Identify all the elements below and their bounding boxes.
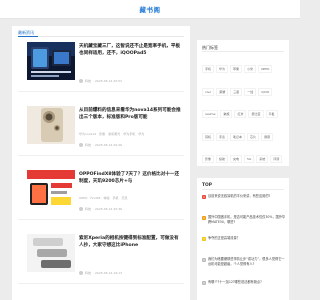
top-item-text[interactable]: 国外中国做手机，是否可能产品技术仅仅30%，国外华跨MATE50，哪些? bbox=[208, 215, 286, 225]
article-tag[interactable]: 手机 bbox=[112, 196, 118, 200]
hot-tag[interactable]: 三星 bbox=[230, 87, 243, 96]
article-author[interactable]: 科技 bbox=[85, 79, 91, 83]
hot-tags-divider bbox=[202, 51, 284, 52]
article-title[interactable]: OPPOFindX8体验了7天了？这价格比对十一还制度，天玑9200芯片+与 bbox=[79, 171, 183, 185]
hot-tag[interactable]: vivo bbox=[202, 87, 215, 96]
top-panel: TOP 1 目前来说无线耳机的平价来讲，有些应用的? 2 国外中国做手机，是否可… bbox=[197, 178, 289, 300]
article-author[interactable]: 科技 bbox=[85, 143, 91, 147]
top-title: TOP bbox=[202, 183, 212, 188]
article-date: 2025-05-14 20:52 bbox=[95, 79, 123, 83]
article-title[interactable]: 索尼Xperia的相机按键得到标准配置，可做没有人抄，大家守想这比iPhone bbox=[79, 235, 183, 249]
hot-tag[interactable]: 手表 bbox=[216, 132, 229, 141]
top-item-text[interactable]: 争夺的正是高端流量？ bbox=[208, 236, 286, 241]
hot-tag[interactable]: 耳机 bbox=[202, 132, 215, 141]
site-logo[interactable]: 藏书阁 bbox=[0, 4, 300, 14]
author-avatar bbox=[79, 271, 83, 275]
hot-tag[interactable]: 笔记本 bbox=[230, 132, 246, 141]
hot-tag[interactable]: 影像 bbox=[202, 155, 215, 163]
article-meta: 科技 2025-05-14 20:26 bbox=[79, 143, 126, 147]
article-thumbnail[interactable] bbox=[27, 170, 75, 208]
hot-tag[interactable]: OPPO bbox=[258, 65, 273, 73]
article-tag[interactable]: 新机曝光 bbox=[108, 132, 120, 136]
hot-tag[interactable]: 屏幕 bbox=[261, 132, 274, 141]
hot-tag[interactable]: iQOO bbox=[258, 87, 273, 96]
article-tag[interactable]: 天玑 bbox=[122, 196, 128, 200]
hot-tag[interactable]: 苹果 bbox=[230, 65, 243, 73]
article-tag[interactable]: 华为nova14 bbox=[79, 132, 96, 136]
article-tag[interactable]: 体验 bbox=[103, 196, 109, 200]
article-tags: OPPO FindX8 体验 手机 天玑 bbox=[79, 196, 183, 200]
article-thumbnail-image bbox=[27, 42, 75, 80]
top-list-item[interactable]: 1 目前来说无线耳机的平价来讲，有些应用的? bbox=[202, 194, 286, 212]
hot-tag[interactable]: 努比亚 bbox=[248, 110, 264, 118]
hot-tag[interactable]: 充电 bbox=[230, 155, 243, 163]
top-list-item[interactable]: 2 国外中国做手机，是否可能产品技术仅仅30%，国外华跨MATE50，哪些? bbox=[202, 215, 286, 233]
article-thumbnail-image bbox=[27, 106, 75, 144]
section-divider bbox=[18, 36, 184, 37]
hot-tags-panel: 热门标签 手机 华为 苹果 小米 OPPOvivo 荣耀 三星 一加 iQOOrealme 魅族红… bbox=[197, 40, 289, 231]
article-item[interactable]: 天机藏宝藏三厂，这智说还不止是宽率手机，平板也同样适用，还不，iQOOPad5 … bbox=[18, 42, 184, 92]
article-item[interactable]: 从目前爆料的信息来看华为nova14系列可能会推出三个版本，标准版和Pro版可能… bbox=[18, 106, 184, 156]
top-item-text[interactable]: 我们为啥要爆那些事情让步“成功力”，很多人觉得它一台机可能是超级，个人觉得有人? bbox=[208, 257, 286, 267]
hot-tag[interactable]: 魅族 bbox=[220, 110, 233, 118]
author-avatar bbox=[79, 207, 83, 211]
hot-tag[interactable]: 小米 bbox=[244, 65, 257, 73]
article-thumbnail[interactable] bbox=[27, 106, 75, 144]
article-date: 2025-05-14 20:36 bbox=[95, 207, 123, 211]
article-meta: 科技 2025-05-14 20:36 bbox=[79, 207, 126, 211]
hot-tag[interactable]: 荣耀 bbox=[216, 87, 229, 96]
rank-badge: 3 bbox=[202, 237, 206, 241]
top-list-item[interactable]: 4 我们为啥要爆那些事情让步“成功力”，很多人觉得它一台机可能是超级，个人觉得有… bbox=[202, 257, 286, 275]
article-thumbnail[interactable] bbox=[27, 234, 75, 272]
article-author[interactable]: 科技 bbox=[85, 271, 91, 275]
article-meta: 科技 2025-05-14 19:13 bbox=[79, 271, 126, 275]
rank-badge: 2 bbox=[202, 216, 206, 220]
hot-tag[interactable]: 芯片 bbox=[247, 132, 260, 141]
article-thumbnail-image bbox=[27, 234, 75, 272]
article-tags: 华为nova14 影像 新机曝光 华为手机 华为 bbox=[79, 132, 183, 136]
author-avatar bbox=[79, 143, 83, 147]
hot-tag[interactable]: 系统 bbox=[256, 155, 269, 163]
top-item-text[interactable]: 目前来说无线耳机的平价来讲，有些应用的? bbox=[208, 194, 286, 199]
article-author[interactable]: 科技 bbox=[85, 207, 91, 211]
article-date: 2025-05-14 19:13 bbox=[95, 271, 123, 275]
article-meta: 科技 2025-05-14 20:52 bbox=[79, 79, 126, 83]
article-item[interactable]: 索尼Xperia的相机按键得到标准配置，可做没有人抄，大家守想这比iPhone … bbox=[18, 234, 184, 284]
hot-tag[interactable]: 5G bbox=[244, 155, 255, 163]
hot-tag[interactable]: realme bbox=[202, 110, 219, 118]
article-title[interactable]: 天机藏宝藏三厂，这智说还不止是宽率手机，平板也同样适用，还不，iQOOPad5 bbox=[79, 43, 183, 57]
article-tag[interactable]: 影像 bbox=[99, 132, 105, 136]
hot-tag[interactable]: 华为 bbox=[216, 65, 229, 73]
hot-tag[interactable]: 手机 bbox=[202, 65, 215, 73]
author-avatar bbox=[79, 79, 83, 83]
hot-tag[interactable]: 评测 bbox=[270, 155, 283, 163]
rank-badge: 1 bbox=[202, 195, 206, 199]
article-tag[interactable]: 华为手机 bbox=[123, 132, 135, 136]
section-divider-accent bbox=[18, 36, 38, 37]
top-item-text[interactable]: 有哪个?十一加12?哪些说法都有缺点? bbox=[208, 280, 286, 285]
top-list-item[interactable]: 5 有哪个?十一加12?哪些说法都有缺点? bbox=[202, 280, 286, 298]
latest-news-panel: 最新资讯 天机藏宝藏三厂，这智说还不止是宽率手机，平板也同样适用，还不，iQOO… bbox=[12, 26, 190, 300]
rank-badge: 4 bbox=[202, 258, 206, 262]
article-title[interactable]: 从目前爆料的信息来看华为nova14系列可能会推出三个版本，标准版和Pro版可能 bbox=[79, 107, 183, 121]
article-thumbnail[interactable] bbox=[27, 42, 75, 80]
article-tag[interactable]: OPPO bbox=[79, 196, 87, 200]
article-item[interactable]: OPPOFindX8体验了7天了？这价格比对十一还制度，天玑9200芯片+与 O… bbox=[18, 170, 184, 220]
hot-tag[interactable]: 续航 bbox=[216, 155, 229, 163]
hot-tag[interactable]: 一加 bbox=[244, 87, 257, 96]
article-tag[interactable]: 华为 bbox=[138, 132, 144, 136]
top-divider bbox=[202, 189, 284, 190]
article-thumbnail-image bbox=[27, 170, 75, 208]
article-date: 2025-05-14 20:26 bbox=[95, 143, 123, 147]
hot-tag[interactable]: 平板 bbox=[265, 110, 278, 118]
article-tag[interactable]: FindX8 bbox=[90, 196, 100, 200]
hot-tag[interactable]: 红米 bbox=[234, 110, 247, 118]
site-header: 藏书阁 bbox=[0, 0, 300, 19]
rank-badge: 5 bbox=[202, 281, 206, 285]
top-list-item[interactable]: 3 争夺的正是高端流量？ bbox=[202, 236, 286, 254]
